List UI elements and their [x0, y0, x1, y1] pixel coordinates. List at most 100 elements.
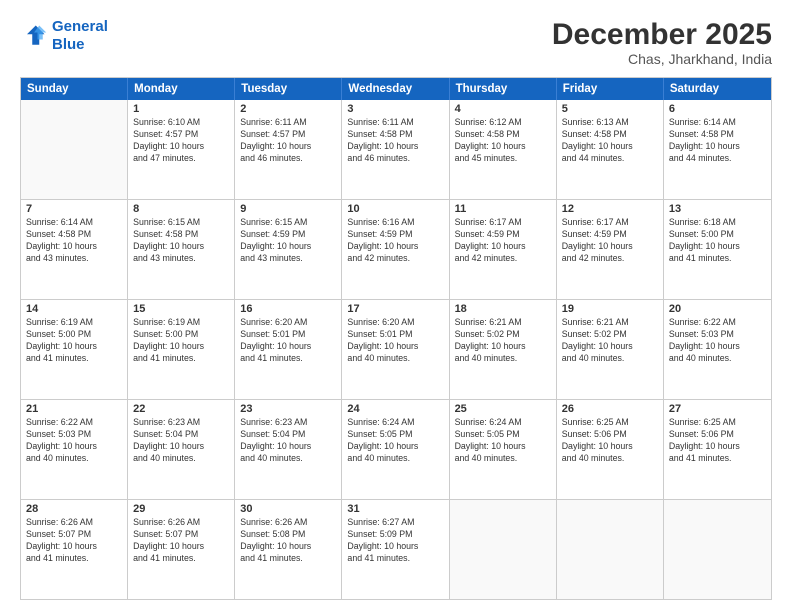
day-number: 29	[133, 503, 229, 515]
cell-info-line: and 41 minutes.	[347, 553, 443, 565]
day-number: 11	[455, 203, 551, 215]
cell-info-line: Daylight: 10 hours	[669, 241, 766, 253]
cell-info-line: Sunrise: 6:14 AM	[26, 217, 122, 229]
cell-info-line: and 43 minutes.	[133, 253, 229, 265]
cell-info-line: Sunset: 5:00 PM	[133, 329, 229, 341]
cell-info-line: Sunrise: 6:26 AM	[240, 517, 336, 529]
cell-info-line: Sunset: 4:58 PM	[133, 229, 229, 241]
cell-info-line: and 40 minutes.	[455, 353, 551, 365]
cell-info-line: Sunset: 4:58 PM	[455, 129, 551, 141]
day-number: 25	[455, 403, 551, 415]
day-number: 7	[26, 203, 122, 215]
day-number: 23	[240, 403, 336, 415]
calendar-day-cell: 15Sunrise: 6:19 AMSunset: 5:00 PMDayligh…	[128, 300, 235, 399]
cell-info-line: Sunrise: 6:24 AM	[347, 417, 443, 429]
weekday-header: Thursday	[450, 78, 557, 100]
cell-info-line: and 44 minutes.	[562, 153, 658, 165]
day-number: 8	[133, 203, 229, 215]
cell-info-line: Sunset: 5:04 PM	[133, 429, 229, 441]
calendar-day-cell: 13Sunrise: 6:18 AMSunset: 5:00 PMDayligh…	[664, 200, 771, 299]
day-number: 28	[26, 503, 122, 515]
cell-info-line: and 41 minutes.	[669, 253, 766, 265]
cell-info-line: and 43 minutes.	[240, 253, 336, 265]
cell-info-line: Daylight: 10 hours	[133, 441, 229, 453]
calendar-day-cell: 4Sunrise: 6:12 AMSunset: 4:58 PMDaylight…	[450, 100, 557, 199]
day-number: 2	[240, 103, 336, 115]
cell-info-line: Daylight: 10 hours	[347, 141, 443, 153]
cell-info-line: and 43 minutes.	[26, 253, 122, 265]
weekday-header: Sunday	[21, 78, 128, 100]
cell-info-line: Sunset: 5:06 PM	[562, 429, 658, 441]
calendar-day-cell: 6Sunrise: 6:14 AMSunset: 4:58 PMDaylight…	[664, 100, 771, 199]
cell-info-line: and 45 minutes.	[455, 153, 551, 165]
cell-info-line: and 42 minutes.	[455, 253, 551, 265]
calendar-row: 14Sunrise: 6:19 AMSunset: 5:00 PMDayligh…	[21, 300, 771, 400]
calendar-day-cell: 21Sunrise: 6:22 AMSunset: 5:03 PMDayligh…	[21, 400, 128, 499]
calendar-day-cell: 29Sunrise: 6:26 AMSunset: 5:07 PMDayligh…	[128, 500, 235, 599]
calendar-empty-cell	[21, 100, 128, 199]
cell-info-line: Sunrise: 6:19 AM	[133, 317, 229, 329]
cell-info-line: Sunrise: 6:15 AM	[133, 217, 229, 229]
cell-info-line: and 47 minutes.	[133, 153, 229, 165]
cell-info-line: Sunset: 5:06 PM	[669, 429, 766, 441]
cell-info-line: and 41 minutes.	[26, 553, 122, 565]
cell-info-line: Daylight: 10 hours	[669, 141, 766, 153]
cell-info-line: Sunrise: 6:11 AM	[240, 117, 336, 129]
cell-info-line: Sunset: 4:58 PM	[347, 129, 443, 141]
cell-info-line: and 40 minutes.	[455, 453, 551, 465]
cell-info-line: Sunrise: 6:17 AM	[562, 217, 658, 229]
cell-info-line: and 41 minutes.	[133, 353, 229, 365]
day-number: 6	[669, 103, 766, 115]
cell-info-line: Sunset: 5:09 PM	[347, 529, 443, 541]
cell-info-line: Daylight: 10 hours	[26, 241, 122, 253]
cell-info-line: Sunrise: 6:22 AM	[26, 417, 122, 429]
calendar-day-cell: 28Sunrise: 6:26 AMSunset: 5:07 PMDayligh…	[21, 500, 128, 599]
cell-info-line: Daylight: 10 hours	[240, 241, 336, 253]
cell-info-line: Sunrise: 6:15 AM	[240, 217, 336, 229]
cell-info-line: Sunset: 4:59 PM	[347, 229, 443, 241]
cell-info-line: Sunset: 5:00 PM	[26, 329, 122, 341]
cell-info-line: Sunrise: 6:23 AM	[240, 417, 336, 429]
cell-info-line: Sunset: 4:58 PM	[26, 229, 122, 241]
cell-info-line: Sunset: 5:07 PM	[26, 529, 122, 541]
cell-info-line: and 40 minutes.	[347, 453, 443, 465]
calendar-body: 1Sunrise: 6:10 AMSunset: 4:57 PMDaylight…	[21, 100, 771, 599]
cell-info-line: Sunrise: 6:14 AM	[669, 117, 766, 129]
cell-info-line: Sunset: 5:01 PM	[347, 329, 443, 341]
cell-info-line: Sunrise: 6:10 AM	[133, 117, 229, 129]
calendar-day-cell: 8Sunrise: 6:15 AMSunset: 4:58 PMDaylight…	[128, 200, 235, 299]
cell-info-line: and 40 minutes.	[240, 453, 336, 465]
cell-info-line: Daylight: 10 hours	[26, 541, 122, 553]
day-number: 4	[455, 103, 551, 115]
day-number: 18	[455, 303, 551, 315]
cell-info-line: Daylight: 10 hours	[455, 241, 551, 253]
cell-info-line: Sunrise: 6:17 AM	[455, 217, 551, 229]
cell-info-line: and 41 minutes.	[240, 553, 336, 565]
cell-info-line: Sunset: 5:07 PM	[133, 529, 229, 541]
calendar-empty-cell	[450, 500, 557, 599]
calendar-day-cell: 16Sunrise: 6:20 AMSunset: 5:01 PMDayligh…	[235, 300, 342, 399]
cell-info-line: and 40 minutes.	[26, 453, 122, 465]
day-number: 26	[562, 403, 658, 415]
calendar-day-cell: 11Sunrise: 6:17 AMSunset: 4:59 PMDayligh…	[450, 200, 557, 299]
cell-info-line: Daylight: 10 hours	[240, 341, 336, 353]
calendar-day-cell: 3Sunrise: 6:11 AMSunset: 4:58 PMDaylight…	[342, 100, 449, 199]
cell-info-line: and 41 minutes.	[26, 353, 122, 365]
day-number: 19	[562, 303, 658, 315]
calendar-day-cell: 12Sunrise: 6:17 AMSunset: 4:59 PMDayligh…	[557, 200, 664, 299]
cell-info-line: Sunrise: 6:23 AM	[133, 417, 229, 429]
day-number: 9	[240, 203, 336, 215]
cell-info-line: and 41 minutes.	[669, 453, 766, 465]
page: General Blue December 2025 Chas, Jharkha…	[0, 0, 792, 612]
cell-info-line: Daylight: 10 hours	[347, 241, 443, 253]
calendar-day-cell: 7 Sunrise: 6:14 AMSunset: 4:58 PMDaylight…	[21, 200, 128, 299]
cell-info-line: Sunrise: 6:25 AM	[562, 417, 658, 429]
cell-info-line: Sunset: 5:08 PM	[240, 529, 336, 541]
cell-info-line: and 40 minutes.	[347, 353, 443, 365]
cell-info-line: Sunset: 5:01 PM	[240, 329, 336, 341]
calendar-header: SundayMondayTuesdayWednesdayThursdayFrid…	[21, 78, 771, 100]
cell-info-line: Sunrise: 6:20 AM	[347, 317, 443, 329]
cell-info-line: and 46 minutes.	[347, 153, 443, 165]
cell-info-line: Sunrise: 6:12 AM	[455, 117, 551, 129]
cell-info-line: Sunrise: 6:20 AM	[240, 317, 336, 329]
